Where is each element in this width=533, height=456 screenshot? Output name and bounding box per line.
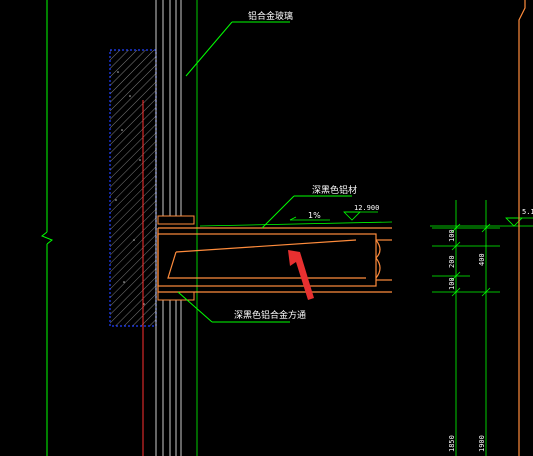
cad-drawing: 铝合金玻璃 深黑色铝材 1% 12.900 5.10 深黑色铝合金方通 [41,0,533,456]
dim-text-4: 100 [448,277,456,290]
label-top-glass: 铝合金玻璃 [248,10,293,22]
dim-text-5: 1850 [448,435,456,452]
cad-drawing-canvas[interactable]: 铝合金玻璃 深黑色铝材 1% 12.900 5.10 深黑色铝合金方通 [0,0,533,456]
glass-brackets [157,215,195,301]
label-bottom-tube: 深黑色铝合金方通 [234,309,306,321]
dim-text-3: 400 [478,253,486,266]
left-axis-line [41,0,53,456]
right-boundary-line [518,0,526,456]
leader-top-glass [185,21,290,77]
masonry-wall [109,49,157,327]
label-edge-trim: 深黑色铝材 [312,184,357,196]
dim-text-1: 100 [448,229,456,242]
level-mark-b [430,217,533,227]
canopy-top-line [199,221,393,227]
dim-text-6: 1900 [478,435,486,452]
level-text-b: 5.10 [522,208,533,216]
dimension-chain [432,200,500,456]
level-mark-a [343,211,378,221]
level-text-a: 12.900 [354,204,379,212]
slope-text: 1% [308,211,321,220]
canopy-section [157,227,392,293]
dim-text-2: 200 [448,255,456,268]
